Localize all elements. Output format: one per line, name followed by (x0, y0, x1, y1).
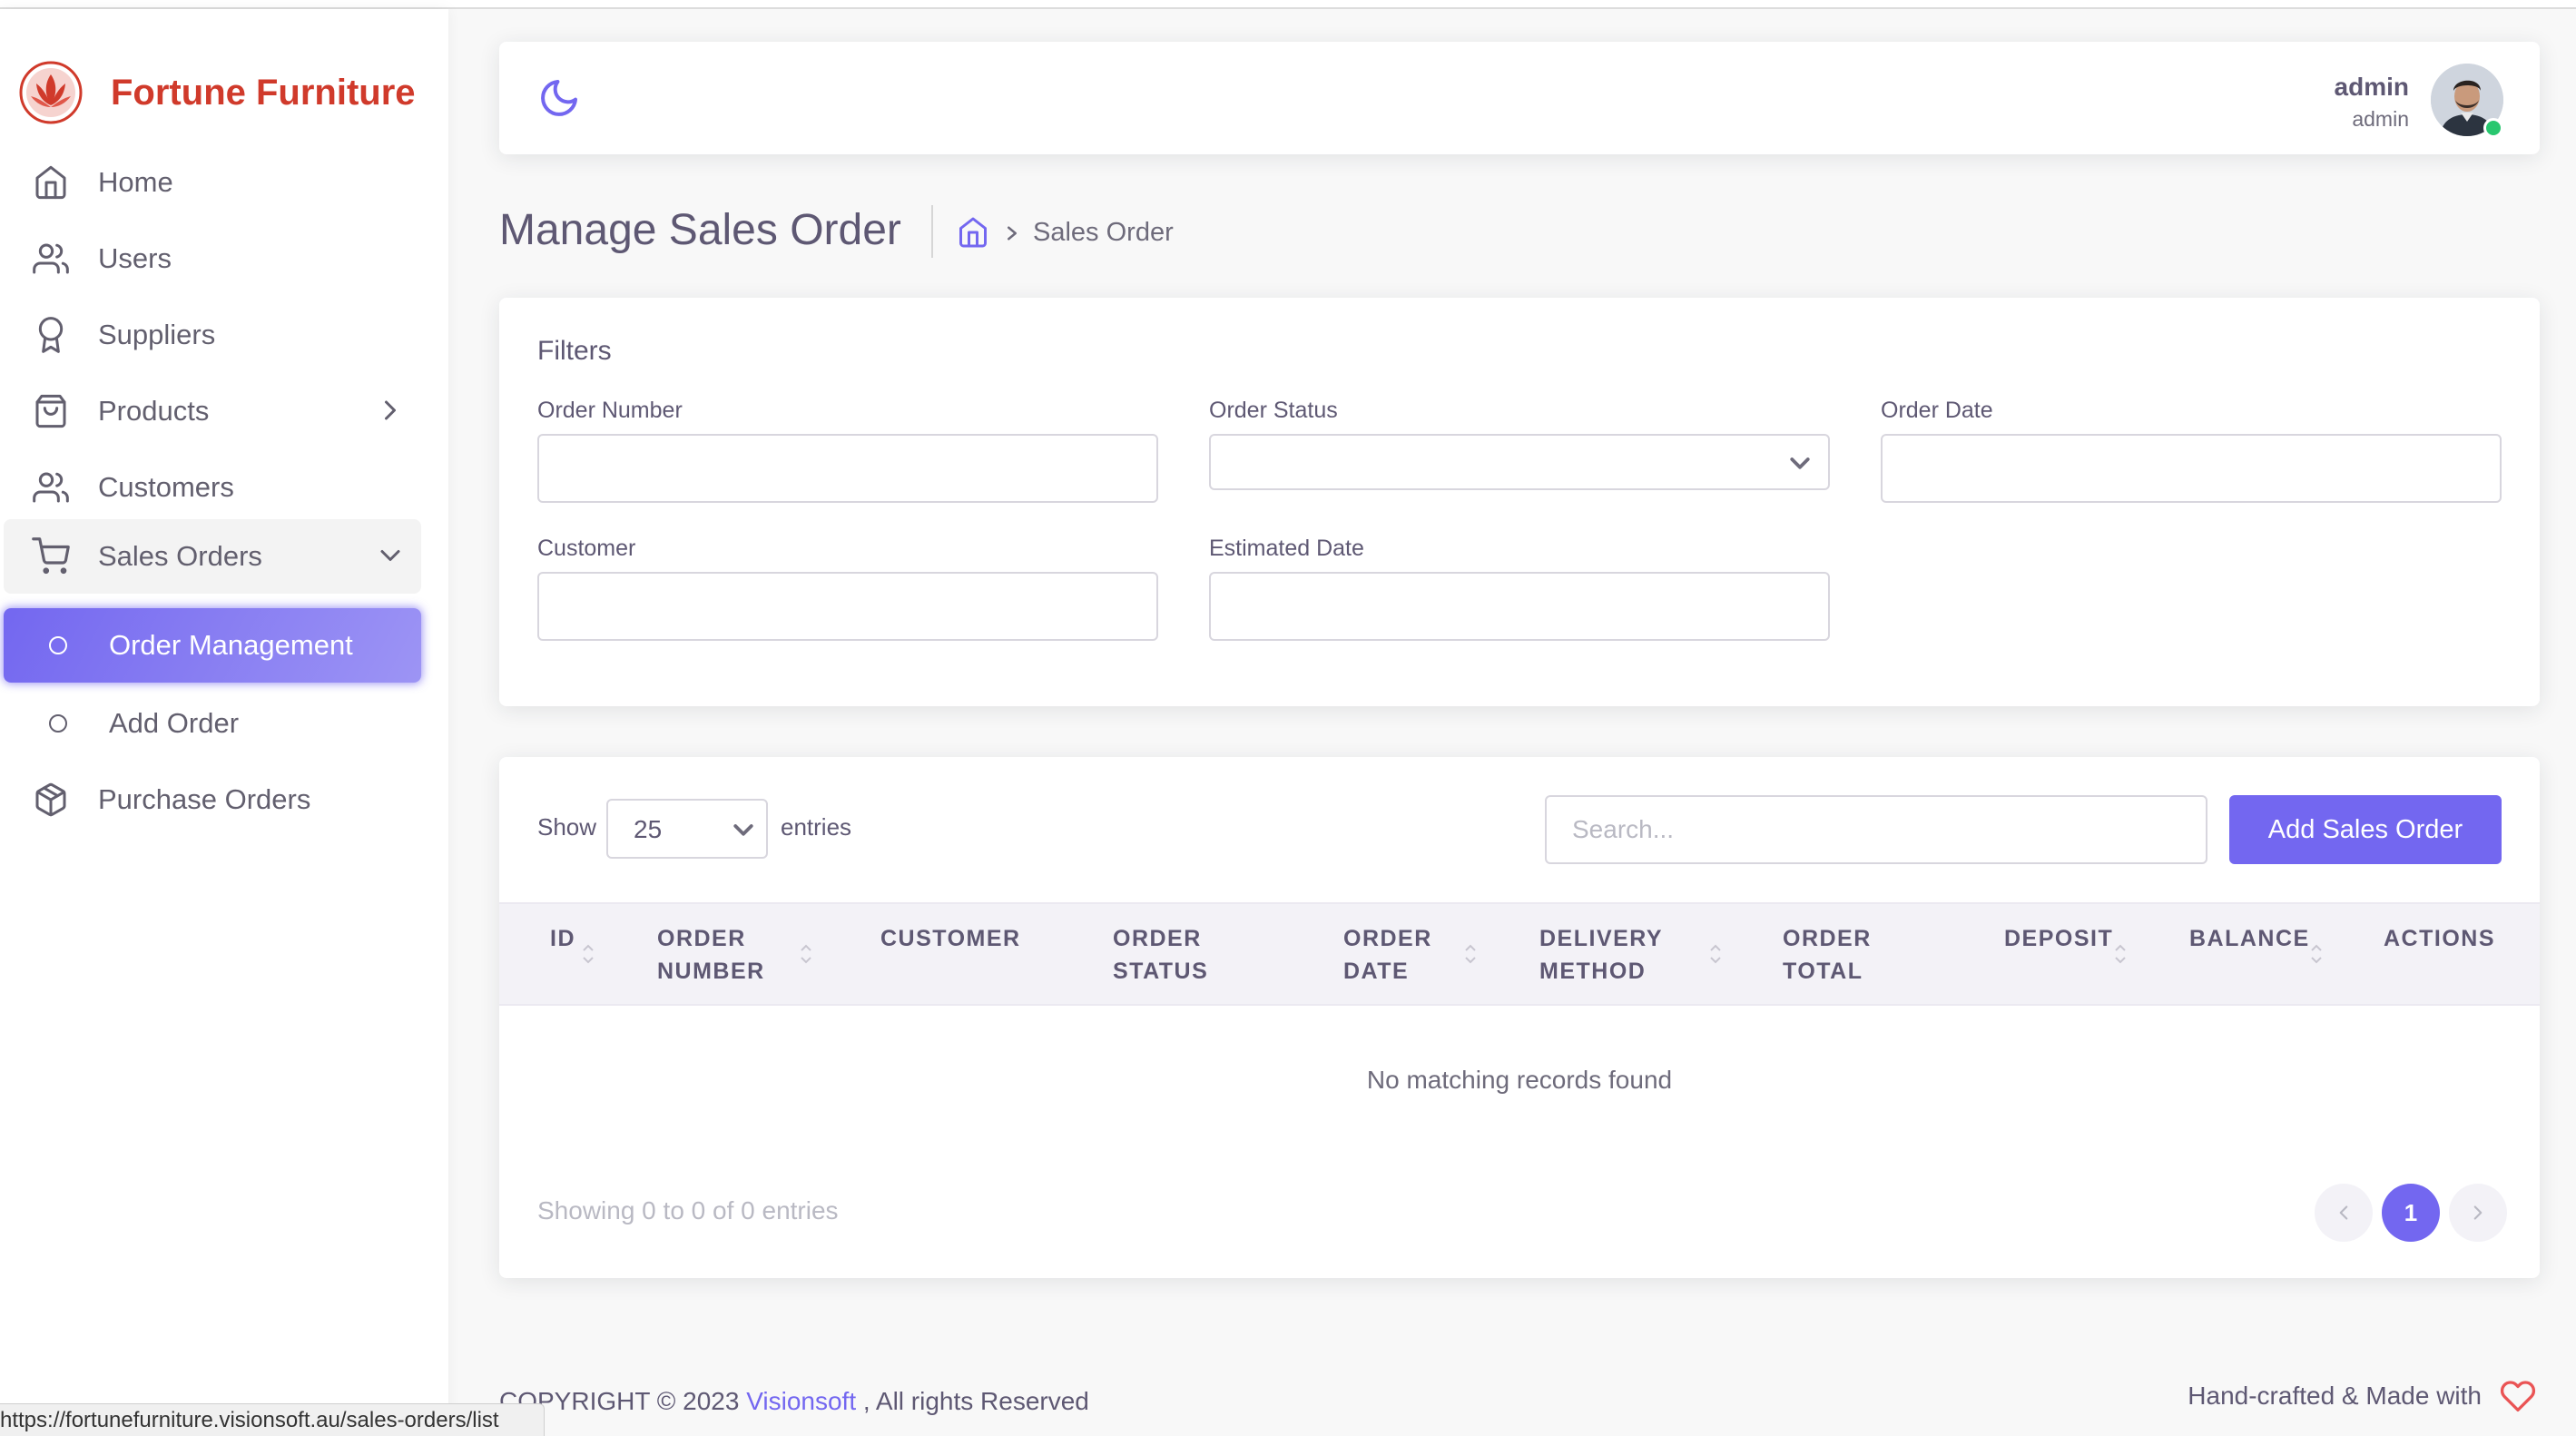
sidebar-item-order-management[interactable]: Order Management (4, 608, 421, 683)
column-header-order-status[interactable]: ORDER STATUS (1113, 922, 1208, 988)
estimated-date-label: Estimated Date (1209, 536, 1364, 561)
pagination-page-button[interactable]: 1 (2382, 1184, 2440, 1242)
show-label: Show (537, 813, 597, 841)
user-role: admin (2352, 107, 2409, 131)
sidebar-item-label: Customers (98, 471, 234, 503)
shopping-bag-icon (31, 391, 71, 431)
lotus-logo-icon (19, 61, 83, 124)
sidebar-item-label: Products (98, 395, 210, 427)
circle-icon (49, 636, 67, 654)
sidebar-item-purchase-orders[interactable]: Purchase Orders (4, 762, 421, 837)
package-icon (31, 780, 71, 820)
column-header-customer[interactable]: CUSTOMER (880, 922, 1021, 955)
order-number-label: Order Number (537, 398, 683, 423)
chevron-right-icon (385, 400, 396, 420)
breadcrumb-current: Sales Order (1033, 218, 1174, 247)
sort-icon[interactable] (581, 940, 595, 968)
top-navbar: admin admin (499, 42, 2540, 154)
chevron-right-icon (1008, 226, 1017, 241)
estimated-date-input[interactable] (1209, 572, 1830, 641)
chevron-right-icon (2473, 1205, 2483, 1220)
browser-status-bar: https://fortunefurniture.visionsoft.au/s… (0, 1403, 545, 1436)
search-input[interactable] (1545, 795, 2207, 864)
chevron-down-icon (733, 824, 753, 836)
add-sales-order-button[interactable]: Add Sales Order (2229, 795, 2502, 864)
home-icon (31, 162, 71, 202)
sidebar-item-suppliers[interactable]: Suppliers (4, 298, 421, 372)
title-divider (931, 205, 933, 258)
order-date-input[interactable] (1881, 434, 2502, 503)
sidebar-item-add-order[interactable]: Add Order (4, 686, 421, 761)
sales-order-table-card: Show 25 entries Add Sales Order ID ORDER… (499, 757, 2540, 1278)
sidebar-item-products[interactable]: Products (4, 374, 421, 448)
circle-icon (49, 714, 67, 733)
sort-icon[interactable] (2309, 940, 2324, 968)
order-number-input[interactable] (537, 434, 1158, 503)
customer-label: Customer (537, 536, 636, 561)
sidebar: Fortune Furniture Home Users Suppliers P… (0, 9, 448, 1436)
sidebar-item-users[interactable]: Users (4, 221, 421, 296)
column-header-delivery-method[interactable]: DELIVERY METHOD (1539, 922, 1663, 988)
entries-per-page-select[interactable]: 25 (606, 799, 768, 859)
column-header-order-number[interactable]: ORDER NUMBER (657, 922, 765, 988)
column-header-order-date[interactable]: ORDER DATE (1343, 922, 1432, 988)
column-header-order-total[interactable]: ORDER TOTAL (1783, 922, 1872, 988)
filters-title: Filters (537, 336, 612, 366)
pagination-previous-button[interactable] (2315, 1184, 2373, 1242)
sidebar-item-customers[interactable]: Customers (4, 450, 421, 525)
sort-icon[interactable] (1463, 940, 1478, 968)
column-header-id[interactable]: ID (550, 922, 575, 955)
order-date-label: Order Date (1881, 398, 1993, 423)
sidebar-item-label: Suppliers (98, 319, 216, 350)
sort-icon[interactable] (1708, 940, 1723, 968)
column-header-deposit[interactable]: DEPOSIT (2004, 922, 2113, 955)
sidebar-item-label: Users (98, 242, 172, 274)
column-header-actions: ACTIONS (2384, 926, 2495, 951)
column-header-balance[interactable]: BALANCE (2189, 922, 2310, 955)
footer-copyright: COPYRIGHT © 2023 Visionsoft , All rights… (499, 1387, 1089, 1416)
copyright-suffix: , All rights Reserved (862, 1387, 1089, 1415)
sort-icon[interactable] (2113, 940, 2128, 968)
entries-per-page-value: 25 (634, 815, 663, 843)
order-status-label: Order Status (1209, 398, 1338, 423)
empty-table-message: No matching records found (1366, 1066, 1673, 1094)
company-link[interactable]: Visionsoft (746, 1387, 856, 1415)
browser-top-edge (0, 0, 2576, 9)
page-title: Manage Sales Order (499, 206, 901, 254)
table-info: Showing 0 to 0 of 0 entries (537, 1196, 839, 1225)
sidebar-item-label: Order Management (109, 629, 353, 661)
order-status-select[interactable] (1209, 434, 1830, 490)
sidebar-item-label: Add Order (109, 707, 240, 739)
moon-icon[interactable] (537, 76, 581, 120)
sidebar-item-sales-orders[interactable]: Sales Orders (4, 519, 421, 594)
entries-label: entries (781, 813, 852, 841)
award-icon (31, 315, 71, 355)
online-status-dot (2483, 118, 2503, 138)
brand[interactable]: Fortune Furniture (18, 56, 416, 129)
footer-made-with: Hand-crafted & Made with (2188, 1382, 2482, 1410)
chevron-down-icon (380, 550, 400, 561)
users-icon (31, 467, 71, 507)
sidebar-item-label: Home (98, 166, 173, 198)
chevron-down-icon (1790, 457, 1810, 469)
brand-name: Fortune Furniture (111, 72, 416, 113)
chevron-left-icon (2339, 1205, 2348, 1220)
sidebar-item-label: Sales Orders (98, 540, 262, 572)
sort-icon[interactable] (799, 940, 813, 968)
sidebar-item-home[interactable]: Home (4, 145, 421, 220)
user-name[interactable]: admin (2335, 73, 2409, 102)
sidebar-item-label: Purchase Orders (98, 783, 311, 815)
pagination-next-button[interactable] (2449, 1184, 2507, 1242)
shopping-cart-icon (31, 536, 71, 576)
filters-card: Filters Order Number Order Status Order … (499, 298, 2540, 706)
users-icon (31, 239, 71, 279)
customer-input[interactable] (537, 572, 1158, 641)
home-icon[interactable] (957, 216, 989, 249)
table-header: ID ORDER NUMBER CUSTOMER ORDER STATUS ORDE… (499, 902, 2540, 1006)
heart-icon (2500, 1381, 2536, 1412)
